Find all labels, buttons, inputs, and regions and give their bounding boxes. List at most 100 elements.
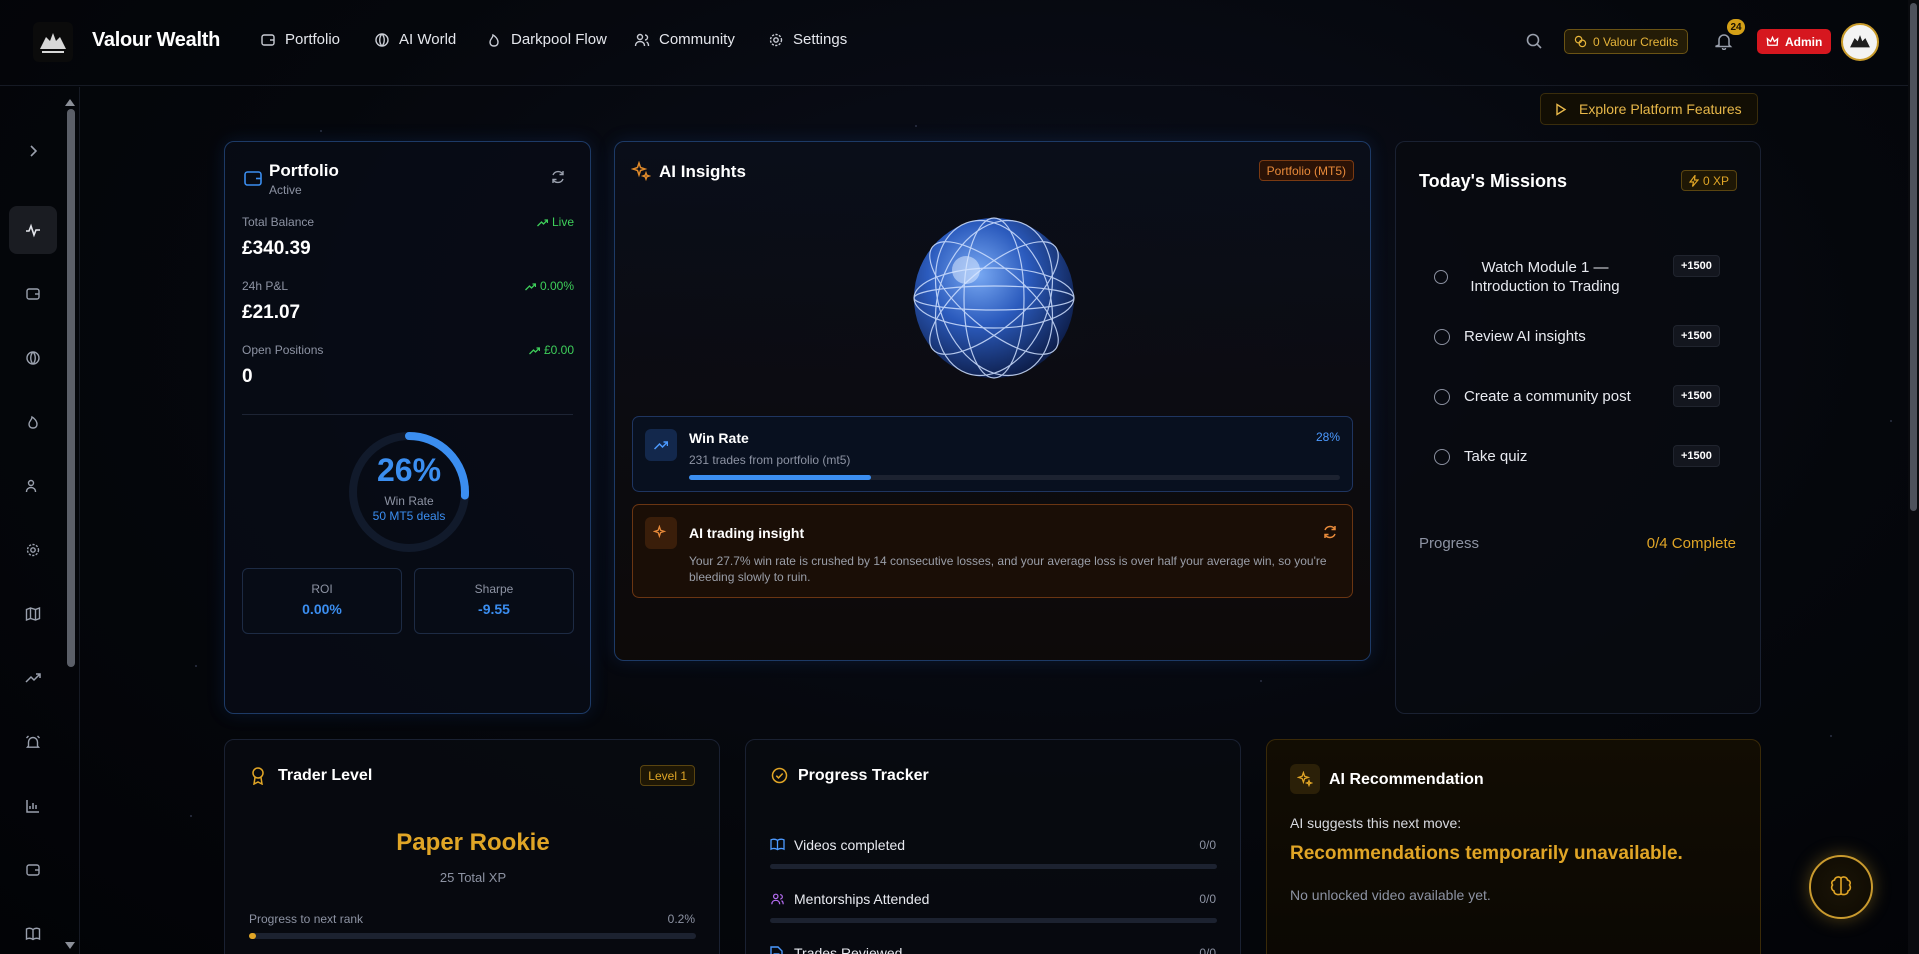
- mission-checkbox[interactable]: [1434, 388, 1450, 405]
- trending-up-icon: [537, 218, 548, 226]
- rank-progress-label: Progress to next rank: [249, 912, 364, 926]
- mission-checkbox[interactable]: [1434, 270, 1448, 284]
- roi-label: ROI: [311, 582, 333, 596]
- win-rate-title: Win Rate: [689, 430, 749, 446]
- level-badge: Level 1: [640, 765, 695, 786]
- tracker-item-label: Trades Reviewed: [794, 945, 903, 954]
- admin-button[interactable]: Admin: [1757, 29, 1832, 54]
- admin-label: Admin: [1785, 34, 1823, 49]
- nav-community[interactable]: Community: [634, 31, 735, 48]
- sidebar-item-activity[interactable]: [9, 206, 57, 254]
- sparkles-icon: [653, 525, 667, 539]
- nav-community-label: Community: [659, 31, 735, 48]
- nav-portfolio[interactable]: Portfolio: [260, 31, 340, 48]
- star: [915, 125, 917, 127]
- ai-recommendation-card: AI Recommendation AI suggests this next …: [1266, 739, 1761, 954]
- bell-icon[interactable]: [1715, 32, 1733, 50]
- mission-checkbox[interactable]: [1434, 328, 1450, 345]
- sparkles-icon: [631, 161, 651, 181]
- brand-logo[interactable]: [33, 22, 73, 62]
- mission-item[interactable]: Create a community post: [1420, 388, 1631, 405]
- explore-features-button[interactable]: Explore Platform Features: [1540, 93, 1758, 125]
- star: [195, 665, 197, 667]
- star: [1890, 420, 1892, 422]
- roi-tile: ROI 0.00%: [242, 568, 402, 634]
- award-icon: [252, 767, 264, 785]
- flame-icon: [489, 33, 499, 47]
- sidebar-scrollbar[interactable]: [67, 109, 75, 667]
- sidebar-item-settings[interactable]: [9, 526, 57, 574]
- trending-up-icon: [525, 282, 536, 290]
- progress-tracker-title: Progress Tracker: [798, 767, 929, 784]
- portfolio-card: Portfolio Active Total Balance Live £340…: [224, 141, 591, 714]
- sidebar-item-flame[interactable]: [9, 398, 57, 446]
- xp-badge: 0 XP: [1680, 170, 1737, 191]
- portfolio-title: Portfolio: [269, 161, 339, 180]
- sidebar-item-alarm[interactable]: [9, 718, 57, 766]
- sidebar-item-users[interactable]: [9, 462, 57, 510]
- user-avatar[interactable]: [1841, 23, 1879, 61]
- nav-ai-world[interactable]: AI World: [374, 31, 456, 48]
- sparkles-icon: [1297, 771, 1313, 787]
- sidebar-item-bar-chart[interactable]: [9, 782, 57, 830]
- open-positions-change-value: £0.00: [543, 343, 574, 357]
- mission-label: Watch Module 1 — Introduction to Trading: [1470, 259, 1620, 295]
- trending-up-icon: [529, 346, 540, 354]
- sidebar-scroll-up[interactable]: [65, 99, 75, 106]
- tracker-item-value: 0/0: [1199, 946, 1216, 954]
- users-icon: [771, 893, 784, 905]
- page-scrollbar[interactable]: [1910, 3, 1917, 511]
- ai-trading-insight-title: AI trading insight: [689, 525, 805, 541]
- nav-settings[interactable]: Settings: [768, 31, 847, 48]
- sidebar-item-wallet[interactable]: [9, 270, 57, 318]
- explore-label: Explore Platform Features: [1579, 101, 1742, 117]
- sharpe-value: -9.55: [478, 601, 510, 617]
- coins-icon: [1574, 35, 1587, 48]
- notification-count-badge: 24: [1727, 19, 1745, 35]
- sidebar-expand-button[interactable]: [9, 127, 57, 175]
- sidebar-item-map[interactable]: [9, 590, 57, 638]
- globe-icon: [26, 351, 40, 365]
- portfolio-mt5-badge: Portfolio (MT5): [1258, 160, 1354, 181]
- search-icon[interactable]: [1525, 32, 1543, 50]
- sharpe-label: Sharpe: [474, 582, 514, 596]
- win-rate-bar-fill: [689, 475, 872, 480]
- gear-icon: [769, 33, 783, 46]
- missions-progress-label: Progress: [1419, 535, 1480, 552]
- sidebar-scroll-down[interactable]: [65, 942, 75, 949]
- nav-darkpool-flow-label: Darkpool Flow: [511, 31, 607, 48]
- nav-settings-label: Settings: [793, 31, 848, 48]
- recommendation-note: No unlocked video available yet.: [1290, 887, 1491, 903]
- sidebar-item-trending[interactable]: [9, 654, 57, 702]
- refresh-icon[interactable]: [550, 169, 566, 185]
- gear-icon: [26, 543, 40, 557]
- ai-assistant-button[interactable]: [1809, 855, 1873, 919]
- rank-progress-track: [249, 933, 696, 939]
- mission-item[interactable]: Take quiz: [1420, 448, 1527, 465]
- mission-reward: +1500: [1673, 325, 1720, 347]
- refresh-icon[interactable]: [1322, 524, 1338, 540]
- win-rate-label: Win Rate: [384, 494, 434, 508]
- nav-darkpool-flow[interactable]: Darkpool Flow: [486, 31, 607, 48]
- sidebar-item-book[interactable]: [9, 910, 57, 954]
- mission-checkbox[interactable]: [1434, 448, 1450, 465]
- sidebar-item-globe[interactable]: [9, 334, 57, 382]
- mission-item[interactable]: Review AI insights: [1420, 328, 1586, 345]
- mission-item[interactable]: Watch Module 1 — Introduction to Trading: [1420, 258, 1631, 296]
- crown-icon: [1766, 35, 1779, 46]
- open-positions-change: £0.00: [529, 343, 574, 357]
- divider: [242, 414, 573, 415]
- valour-credits-button[interactable]: 0 Valour Credits: [1564, 29, 1689, 54]
- trader-level-card: Trader Level Level 1 Paper Rookie 25 Tot…: [224, 739, 720, 954]
- tracker-item-value: 0/0: [1199, 892, 1216, 906]
- brand-name[interactable]: Valour Wealth: [92, 29, 220, 52]
- tracker-item-label: Videos completed: [794, 837, 906, 853]
- ai-insights-title: AI Insights: [659, 162, 746, 181]
- star: [1830, 735, 1832, 737]
- sharpe-tile: Sharpe -9.55: [414, 568, 574, 634]
- brain-icon: [1830, 876, 1852, 896]
- wallet-icon: [244, 171, 262, 186]
- recommendation-icon-box: [1290, 764, 1320, 794]
- recommendation-headline: Recommendations temporarily unavailable.: [1290, 843, 1683, 864]
- sidebar-item-wallet-2[interactable]: [9, 846, 57, 894]
